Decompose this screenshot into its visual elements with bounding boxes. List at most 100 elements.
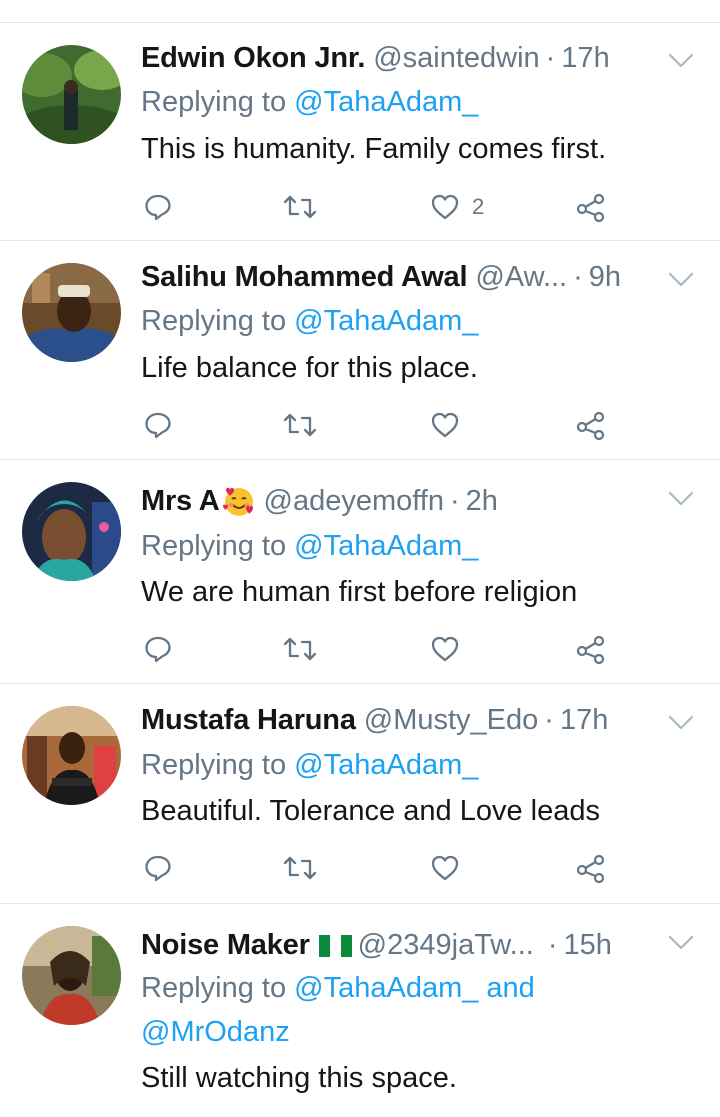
separator-dot: ·: [545, 42, 556, 74]
display-name[interactable]: Mustafa Haruna: [141, 702, 356, 738]
display-name[interactable]: Salihu Mohammed Awal: [141, 259, 468, 295]
retweet-icon: [283, 413, 317, 437]
timestamp[interactable]: 9h: [589, 259, 621, 295]
mention-link[interactable]: @TahaAdam_: [294, 305, 478, 337]
timestamp[interactable]: 17h: [560, 702, 608, 738]
tweet-header: Salihu Mohammed Awal @Aw... · 9h: [141, 259, 621, 295]
tweet-header: Mustafa Haruna @Musty_Edo · 17h: [141, 702, 608, 738]
replying-label: Replying to: [141, 972, 287, 1004]
heart-icon: [431, 412, 459, 438]
heart-icon: [431, 194, 459, 220]
replying-label: Replying to: [141, 749, 287, 781]
timestamp[interactable]: 17h: [561, 40, 609, 76]
replying-to: Replying to @TahaAdam_: [141, 301, 478, 341]
share-icon: [576, 193, 605, 222]
mention-link[interactable]: @TahaAdam_: [294, 530, 478, 562]
heart-icon: [431, 855, 459, 881]
reply-icon: [145, 412, 171, 439]
timestamp[interactable]: 15h: [564, 927, 612, 963]
share-icon: [576, 635, 605, 664]
like-count: 2: [472, 194, 485, 219]
tweet-item[interactable]: Edwin Okon Jnr. @saintedwin · 17h Replyi…: [0, 23, 720, 241]
share-button[interactable]: [575, 407, 607, 443]
avatar[interactable]: [22, 482, 121, 581]
share-button[interactable]: [575, 850, 607, 886]
tweet-text: We are human first before religion: [141, 576, 578, 608]
smiling-face-with-hearts-emoji: [222, 487, 253, 516]
separator-dot: ·: [573, 261, 583, 293]
reply-button[interactable]: [143, 631, 173, 667]
retweet-icon: [283, 856, 317, 880]
timestamp[interactable]: 2h: [466, 483, 498, 519]
tweet-header: Mrs A @adeyemoffn · 2h: [141, 483, 498, 519]
tweet-item[interactable]: Noise Maker @2349jaTw... · 15h Replying …: [0, 904, 720, 1117]
chevron-down-icon[interactable]: [668, 715, 694, 731]
user-handle[interactable]: @adeyemoffn: [264, 483, 444, 519]
heart-icon: [431, 636, 459, 662]
retweet-icon: [283, 195, 317, 219]
reply-icon: [145, 855, 171, 882]
avatar[interactable]: [22, 263, 121, 362]
reply-icon: [145, 636, 171, 663]
like-button[interactable]: [430, 850, 460, 886]
action-bar: [0, 850, 720, 886]
reply-button[interactable]: [143, 407, 173, 443]
separator-dot: ·: [544, 704, 554, 736]
mention-link-secondary[interactable]: @MrOdanz: [141, 1012, 290, 1052]
reply-button[interactable]: [143, 189, 173, 225]
avatar[interactable]: [22, 926, 121, 1025]
share-icon: [576, 854, 605, 883]
retweet-button[interactable]: [283, 407, 317, 443]
tweet-header: Edwin Okon Jnr. @saintedwin · 17h: [141, 40, 610, 76]
replying-label: Replying to: [141, 530, 287, 562]
action-bar: [0, 407, 720, 443]
display-name[interactable]: Edwin Okon Jnr.: [141, 40, 365, 76]
like-button[interactable]: [430, 407, 460, 443]
replying-label: Replying to: [141, 86, 287, 118]
separator-dot: ·: [449, 485, 460, 517]
mention-link[interactable]: @TahaAdam_: [294, 86, 478, 118]
user-handle[interactable]: @saintedwin: [373, 40, 539, 76]
tweet-header: Noise Maker @2349jaTw... · 15h: [141, 927, 612, 963]
action-bar: [0, 631, 720, 667]
tweet-text: This is humanity. Family comes first.: [141, 133, 607, 165]
avatar[interactable]: [22, 45, 121, 144]
retweet-button[interactable]: [283, 189, 317, 225]
replying-to: Replying to @TahaAdam_: [141, 82, 478, 122]
tweet-text: Still watching this space.: [141, 1062, 457, 1094]
replying-to: Replying to @TahaAdam_ and: [141, 968, 535, 1008]
replying-to: Replying to @TahaAdam_: [141, 526, 478, 566]
reply-icon: [145, 194, 171, 221]
tweet-text: Beautiful. Tolerance and Love leads: [141, 795, 600, 827]
retweet-icon: [283, 637, 317, 661]
replying-label: Replying to: [141, 305, 287, 337]
chevron-down-icon[interactable]: [668, 491, 694, 507]
separator-dot: ·: [547, 929, 558, 961]
chevron-down-icon[interactable]: [668, 272, 694, 288]
tweet-item[interactable]: Salihu Mohammed Awal @Aw... · 9h Replyin…: [0, 241, 720, 460]
display-name[interactable]: Mrs A: [141, 483, 220, 519]
user-handle[interactable]: @Aw...: [475, 259, 567, 295]
user-handle[interactable]: @2349jaTw...: [358, 927, 534, 963]
like-button[interactable]: 2: [430, 189, 484, 225]
display-name[interactable]: Noise Maker: [141, 927, 310, 963]
chevron-down-icon[interactable]: [668, 935, 694, 951]
mention-link[interactable]: @TahaAdam_ and: [294, 972, 535, 1004]
like-button[interactable]: [430, 631, 460, 667]
share-button[interactable]: [575, 631, 607, 667]
retweet-button[interactable]: [283, 850, 317, 886]
share-button[interactable]: [575, 189, 607, 225]
tweet-item[interactable]: Mrs A @adeyemoffn · 2h Replying to @Taha…: [0, 460, 720, 684]
share-icon: [576, 411, 605, 440]
reply-button[interactable]: [143, 850, 173, 886]
nigeria-flag-emoji: [318, 935, 352, 957]
chevron-down-icon[interactable]: [668, 53, 694, 69]
action-bar: 2: [0, 189, 720, 225]
replying-to: Replying to @TahaAdam_: [141, 745, 478, 785]
mention-link[interactable]: @TahaAdam_: [294, 749, 478, 781]
retweet-button[interactable]: [283, 631, 317, 667]
user-handle[interactable]: @Musty_Edo: [364, 702, 539, 738]
tweet-text: Life balance for this place.: [141, 352, 478, 384]
avatar[interactable]: [22, 706, 121, 805]
tweet-item[interactable]: Mustafa Haruna @Musty_Edo · 17h Replying…: [0, 684, 720, 904]
